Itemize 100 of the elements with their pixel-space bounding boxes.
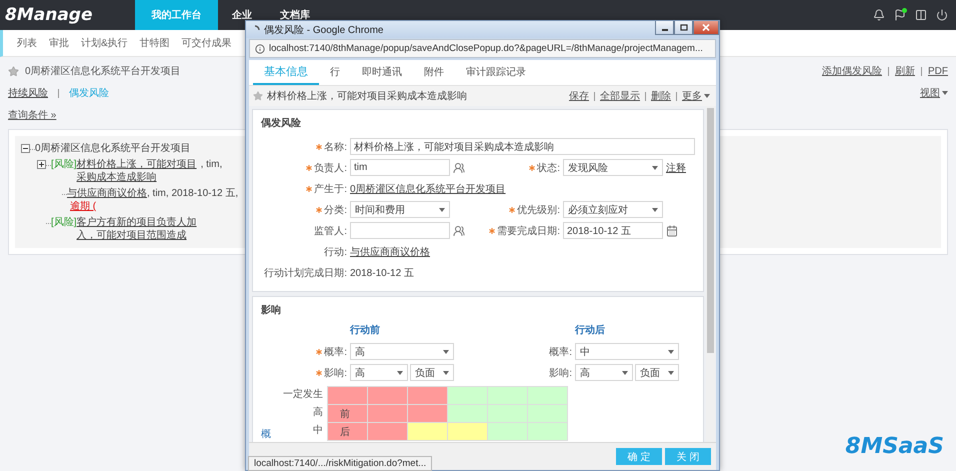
people-icon[interactable] — [453, 162, 465, 174]
tab[interactable]: 附件 — [413, 60, 455, 85]
tab[interactable]: 行 — [319, 60, 351, 85]
flag-icon[interactable] — [894, 9, 906, 21]
power-icon[interactable] — [936, 9, 948, 21]
action-link[interactable]: PDF — [928, 66, 948, 76]
date-field[interactable]: 2018-10-12 五 — [563, 222, 663, 239]
brand-logo: 8MSaaS — [845, 434, 944, 459]
axis-label: 概 — [261, 428, 272, 441]
sub-nav-item[interactable]: 计划&执行 — [81, 36, 128, 50]
select-field[interactable]: 时间和费用 — [350, 201, 450, 218]
field-value: 2018-10-12 五 — [350, 266, 415, 280]
action-link[interactable]: 保存 — [569, 89, 589, 103]
required-icon — [316, 206, 322, 212]
section-title: 偶发风险 — [261, 116, 302, 130]
required-icon — [316, 370, 322, 376]
sub-nav-item[interactable]: 甘特图 — [140, 36, 170, 50]
url-text: localhost:7140/8thManage/popup/saveAndClosePopup.do?&pageURL=/8thManage/projectManagem... — [269, 43, 703, 54]
field-label: 影响: — [324, 366, 347, 380]
action-link[interactable]: 刷新 — [895, 64, 915, 78]
matrix-cell: 后 — [328, 423, 368, 441]
field-label: 需要完成日期: — [497, 224, 560, 238]
field-label: 负责人: — [314, 162, 347, 174]
star-icon[interactable] — [253, 91, 263, 101]
sub-nav-item[interactable]: 审批 — [49, 36, 69, 50]
sub-nav-item[interactable]: 列表 — [17, 36, 37, 50]
bell-icon[interactable] — [873, 9, 885, 21]
risk-tab[interactable]: 持续风险 — [8, 86, 48, 100]
select-field[interactable]: 高 — [350, 364, 408, 381]
tree-link[interactable]: 与供应商商议价格 — [67, 187, 147, 200]
record-heading: 材料价格上涨，可能对项目采购成本造成影响 — [267, 90, 467, 103]
required-icon — [316, 348, 322, 354]
star-icon[interactable] — [8, 66, 19, 76]
field-label: 影响: — [549, 366, 572, 380]
logo: 8Manage — [4, 4, 94, 27]
field-label: 行动: — [324, 246, 347, 258]
caret-icon — [668, 350, 674, 354]
overdue-label: 逾期 ( — [70, 200, 96, 213]
action-link[interactable]: 全部显示 — [600, 89, 640, 103]
required-icon — [306, 186, 312, 192]
view-menu[interactable]: 视图 — [920, 86, 948, 100]
action-link[interactable]: 删除 — [651, 89, 671, 103]
more-menu[interactable]: 更多 — [682, 89, 710, 103]
close-icon — [702, 24, 710, 31]
collapse-icon[interactable] — [21, 144, 30, 153]
status-url: localhost:7140/.../riskMitigation.do?met... — [248, 456, 432, 471]
field-label: 监管人: — [314, 224, 347, 238]
phase-heading: 行动后 — [575, 324, 606, 337]
people-icon[interactable] — [453, 224, 465, 236]
maximize-button[interactable] — [674, 21, 693, 35]
risk-tag: [风险] — [51, 158, 77, 171]
note-link[interactable]: 注释 — [666, 160, 686, 174]
row-label: 中 — [313, 424, 323, 438]
select-field[interactable]: 中 — [575, 343, 679, 360]
project-name: 0周桥灌区信息化系统平台开发项目 — [35, 142, 191, 155]
caret-icon — [652, 208, 658, 212]
field-label: 分类: — [324, 204, 347, 216]
query-link[interactable]: 查询条件 » — [8, 108, 56, 122]
select-field[interactable]: 必须立刻应对 — [563, 201, 663, 218]
select-field[interactable]: 高 — [350, 343, 454, 360]
columns-icon[interactable] — [915, 9, 927, 21]
field-label: 概率: — [549, 346, 572, 358]
select-field[interactable]: 高 — [575, 364, 633, 381]
window-title: 偶发风险 - Google Chrome — [264, 24, 384, 36]
close-button[interactable] — [693, 21, 719, 35]
field-label: 产生于: — [314, 182, 347, 196]
node-details: , tim, — [200, 158, 222, 171]
minimize-button[interactable] — [655, 21, 674, 35]
person-field[interactable] — [350, 222, 450, 239]
caret-icon — [439, 208, 445, 212]
required-icon — [509, 206, 516, 212]
caret-icon — [443, 350, 449, 354]
caret-icon — [443, 370, 449, 374]
select-field[interactable]: 发现风险 — [563, 159, 663, 176]
tab[interactable]: 审计跟踪记录 — [455, 60, 537, 85]
caret-icon — [942, 91, 948, 95]
sub-nav-item[interactable]: 可交付成果 — [182, 36, 232, 50]
select-field[interactable]: 负面 — [635, 364, 679, 381]
tab[interactable]: 即时通讯 — [351, 60, 413, 85]
field-link[interactable]: 与供应商商议价格 — [350, 244, 430, 258]
calendar-icon[interactable] — [666, 224, 678, 236]
project-title: 0周桥灌区信息化系统平台开发项目 — [25, 64, 181, 78]
text-field[interactable]: 材料价格上涨，可能对项目采购成本造成影响 — [350, 138, 695, 155]
action-link[interactable]: 添加偶发风险 — [822, 64, 882, 78]
field-label: 状态: — [537, 162, 560, 174]
node-details: , tim, 2018-10-12 五, — [147, 187, 238, 200]
tree-link[interactable]: 材料价格上涨，可能对项目采购成本造成影响 — [76, 158, 201, 184]
expand-icon[interactable] — [37, 160, 46, 169]
select-field[interactable]: 负面 — [410, 364, 454, 381]
field-label: 行动计划完成日期: — [264, 266, 347, 280]
person-field[interactable]: tim — [350, 159, 450, 176]
caret-icon — [397, 370, 403, 374]
caret-icon — [622, 370, 628, 374]
field-link[interactable]: 0周桥灌区信息化系统平台开发项目 — [350, 182, 506, 196]
address-bar[interactable]: localhost:7140/8thManage/popup/saveAndClosePopup.do?&pageURL=/8thManage/projectManagem... — [249, 39, 716, 58]
matrix-cell: 前 — [328, 405, 368, 423]
maximize-icon — [680, 24, 688, 31]
tree-link[interactable]: 客户方有新的项目负责人加入，可能对项目范围造成 — [76, 216, 201, 242]
section-title: 影响 — [261, 304, 282, 317]
risk-tag: [风险] — [51, 216, 77, 229]
